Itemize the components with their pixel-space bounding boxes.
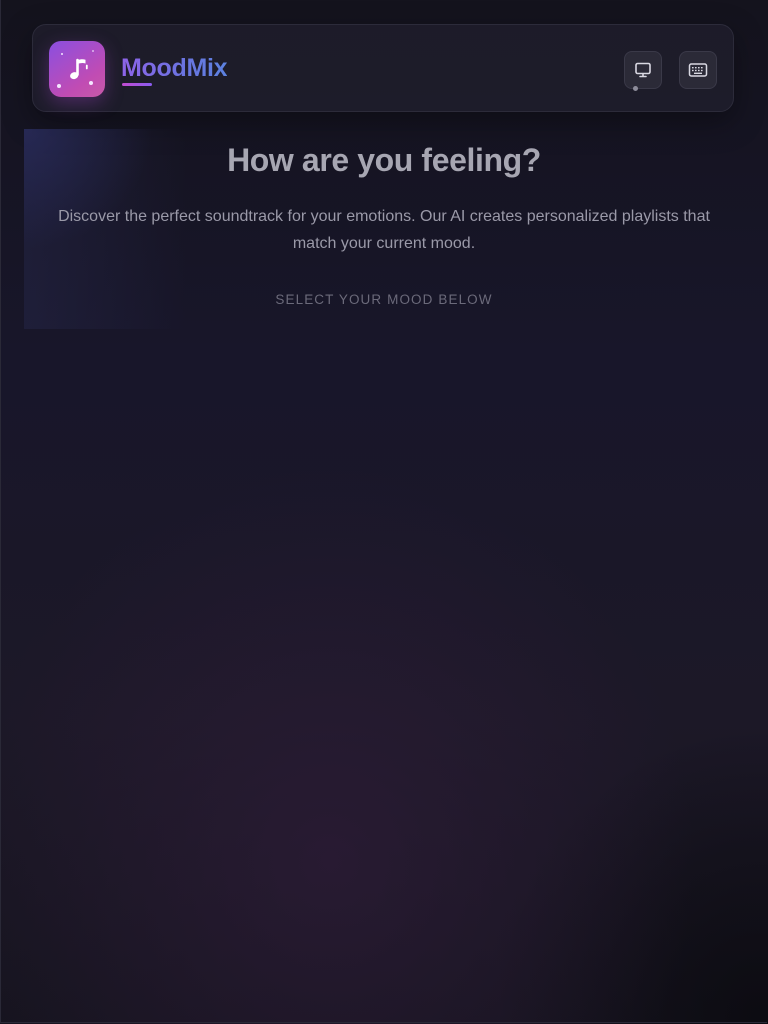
keyboard-shortcuts-button[interactable] (679, 51, 717, 89)
display-mode-button[interactable] (624, 51, 662, 89)
keyboard-icon (688, 63, 708, 77)
brand-underline (122, 83, 152, 86)
app-header: MoodMix (32, 24, 734, 112)
status-indicator (633, 86, 638, 91)
page-title: How are you feeling? (227, 142, 541, 178)
page-subtitle: Discover the perfect soundtrack for your… (58, 208, 710, 252)
monitor-icon (635, 62, 651, 78)
app-name: MoodMix (121, 51, 228, 85)
music-note-icon (70, 58, 88, 80)
mood-select-prompt: SELECT YOUR MOOD BELOW (275, 292, 493, 307)
app-logo[interactable] (49, 41, 105, 97)
